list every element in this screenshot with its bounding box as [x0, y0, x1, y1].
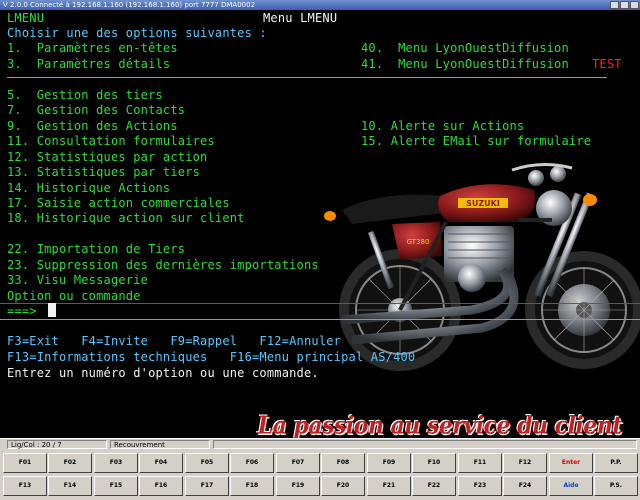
key-f20[interactable]: F20	[321, 476, 365, 496]
key-enter[interactable]: Enter	[549, 453, 593, 473]
terminal-screen: SUZUKI GT380 LMENU Menu LMENU Choisir un…	[0, 10, 640, 438]
message-line: Entrez un numéro d'option ou une command…	[7, 366, 319, 380]
key-f24[interactable]: F24	[503, 476, 547, 496]
model-label: GT380	[407, 238, 430, 246]
key-page-up[interactable]: P.P.	[594, 453, 638, 473]
menu-option[interactable]: 11. Consultation formulaires	[7, 135, 215, 148]
menu-option[interactable]: 12. Statistiques par action	[7, 151, 207, 164]
function-keys-line2: F13=Informations techniques F16=Menu pri…	[7, 350, 416, 364]
function-key-bar: F01 F02 F03 F04 F05 F06 F07 F08 F09 F10 …	[0, 450, 640, 500]
command-input[interactable]	[48, 305, 628, 318]
separator	[7, 77, 607, 78]
menu-option[interactable]: 23. Suppression des dernières importatio…	[7, 259, 319, 272]
key-f05[interactable]: F05	[185, 453, 229, 473]
key-f13[interactable]: F13	[3, 476, 47, 496]
separator	[0, 319, 640, 320]
menu-option[interactable]: 1. Paramètres en-têtes	[7, 42, 178, 55]
key-page-down[interactable]: P.S.	[594, 476, 638, 496]
menu-option[interactable]: 5. Gestion des tiers	[7, 89, 163, 102]
menu-prompt: Choisir une des options suivantes :	[7, 26, 267, 40]
test-tag: TEST	[592, 57, 622, 71]
key-f04[interactable]: F04	[139, 453, 183, 473]
brand-logo: SUZUKI	[466, 199, 500, 208]
key-help[interactable]: Aide	[549, 476, 593, 496]
key-f11[interactable]: F11	[458, 453, 502, 473]
key-f21[interactable]: F21	[367, 476, 411, 496]
cursor-line	[0, 303, 640, 304]
menu-option[interactable]: 10. Alerte sur Actions	[361, 120, 524, 133]
key-f16[interactable]: F16	[139, 476, 183, 496]
menu-option[interactable]: 41. Menu LyonOuestDiffusion	[361, 58, 569, 71]
menu-option[interactable]: 13. Statistiques par tiers	[7, 166, 200, 179]
text-cursor	[48, 303, 56, 317]
key-f10[interactable]: F10	[412, 453, 456, 473]
key-f06[interactable]: F06	[230, 453, 274, 473]
cursor-position: Lig/Col : 20 / 7	[7, 440, 107, 449]
window-titlebar: V 2.0.0 Connecté à 192.168.1.160 (192.16…	[0, 0, 640, 10]
command-prompt: ===>	[7, 304, 37, 318]
menu-option[interactable]: 33. Visu Messagerie	[7, 274, 148, 287]
key-f15[interactable]: F15	[94, 476, 138, 496]
menu-option[interactable]: 15. Alerte EMail sur formulaire	[361, 135, 591, 148]
key-f02[interactable]: F02	[48, 453, 92, 473]
minimize-button[interactable]	[610, 1, 619, 9]
function-keys-line1: F3=Exit F4=Invite F9=Rappel F12=Annuler	[7, 334, 342, 348]
menu-option[interactable]: 17. Saisie action commerciales	[7, 197, 230, 210]
menu-option[interactable]: 40. Menu LyonOuestDiffusion	[361, 42, 569, 55]
menu-option[interactable]: 14. Historique Actions	[7, 182, 170, 195]
key-f23[interactable]: F23	[458, 476, 502, 496]
status-message	[213, 440, 637, 449]
key-f22[interactable]: F22	[412, 476, 456, 496]
key-f01[interactable]: F01	[3, 453, 47, 473]
program-id: LMENU	[7, 11, 45, 25]
window-title: V 2.0.0 Connecté à 192.168.1.160 (192.16…	[3, 1, 256, 9]
maximize-button[interactable]	[620, 1, 629, 9]
key-f19[interactable]: F19	[276, 476, 320, 496]
menu-option[interactable]: 22. Importation de Tiers	[7, 243, 185, 256]
key-f07[interactable]: F07	[276, 453, 320, 473]
key-f09[interactable]: F09	[367, 453, 411, 473]
key-f14[interactable]: F14	[48, 476, 92, 496]
key-f17[interactable]: F17	[185, 476, 229, 496]
key-f12[interactable]: F12	[503, 453, 547, 473]
close-button[interactable]	[630, 1, 639, 9]
slogan: La passion au service du client	[257, 411, 623, 438]
key-f18[interactable]: F18	[230, 476, 274, 496]
insert-mode: Recouvrement	[110, 440, 210, 449]
key-f03[interactable]: F03	[94, 453, 138, 473]
command-label: Option ou commande	[7, 289, 141, 303]
menu-option[interactable]: 18. Historique action sur client	[7, 212, 245, 225]
key-f08[interactable]: F08	[321, 453, 365, 473]
menu-option[interactable]: 3. Paramètres détails	[7, 58, 170, 71]
menu-option[interactable]: 7. Gestion des Contacts	[7, 104, 185, 117]
menu-option[interactable]: 9. Gestion des Actions	[7, 120, 178, 133]
page-title: Menu LMENU	[263, 11, 338, 25]
